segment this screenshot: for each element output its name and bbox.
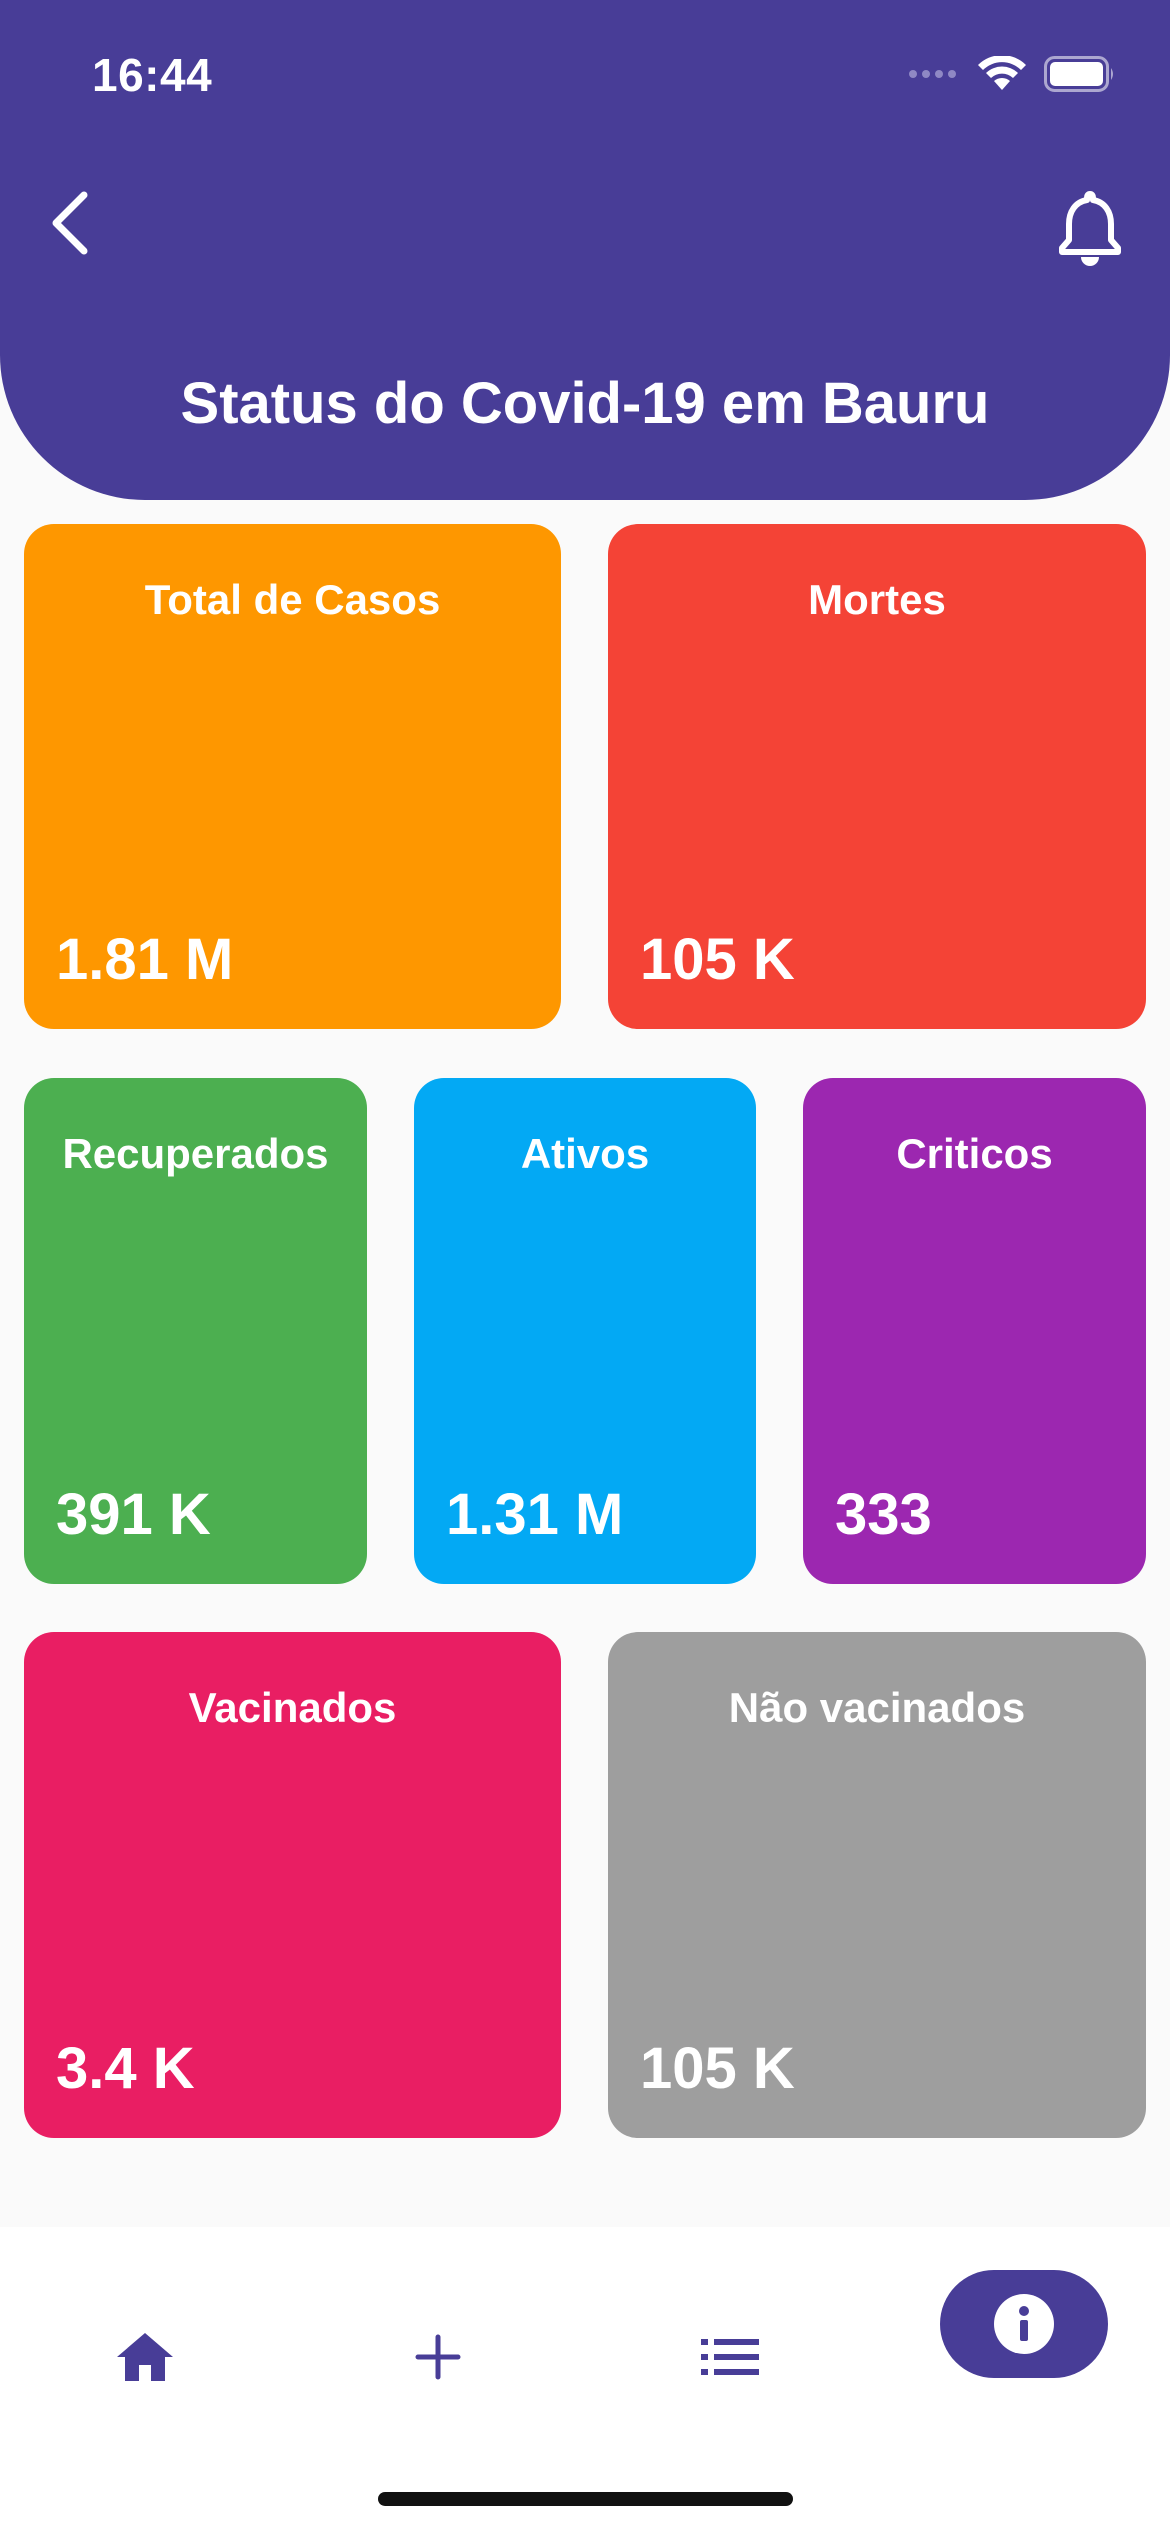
home-indicator	[378, 2492, 793, 2506]
card-criticos-value: 333	[835, 1482, 932, 1547]
nav-info-button[interactable]	[940, 2270, 1108, 2378]
card-recuperados-value: 391 K	[56, 1482, 211, 1547]
nav-list-button[interactable]	[680, 2307, 780, 2407]
list-icon	[701, 2339, 759, 2375]
card-ativos[interactable]: Ativos 1.31 M	[414, 1078, 756, 1584]
card-vacinados-label: Vacinados	[188, 1684, 397, 1731]
battery-icon	[1044, 56, 1113, 92]
card-criticos-label: Criticos	[896, 1130, 1053, 1177]
card-vacinados[interactable]: Vacinados 3.4 K	[24, 1632, 561, 2138]
card-nao-vacinados[interactable]: Não vacinados 105 K	[608, 1632, 1146, 2138]
card-recuperados[interactable]: Recuperados 391 K	[24, 1078, 367, 1584]
card-recuperados-label: Recuperados	[62, 1130, 329, 1177]
chevron-left-icon	[52, 191, 88, 255]
notifications-button[interactable]	[1040, 178, 1140, 278]
app-header: 16:44 Status do Covid-19 em Bauru	[0, 0, 1170, 500]
card-nao-vacinados-label: Não vacinados	[728, 1684, 1026, 1731]
add-icon	[415, 2334, 461, 2380]
nav-home-button[interactable]	[95, 2307, 195, 2407]
info-icon	[994, 2294, 1054, 2354]
card-vacinados-value: 3.4 K	[56, 2036, 195, 2101]
card-nao-vacinados-value: 105 K	[640, 2036, 795, 2101]
nav-add-button[interactable]	[388, 2307, 488, 2407]
wifi-icon	[978, 56, 1026, 90]
bell-icon	[1059, 191, 1121, 266]
back-button[interactable]	[30, 178, 110, 268]
card-total-casos[interactable]: Total de Casos 1.81 M	[24, 524, 561, 1029]
bottom-navigation	[0, 2227, 1170, 2532]
status-bar-time: 16:44	[92, 49, 213, 101]
page-title: Status do Covid-19 em Bauru	[180, 371, 990, 436]
card-mortes-value: 105 K	[640, 927, 795, 992]
card-criticos[interactable]: Criticos 333	[803, 1078, 1146, 1584]
card-ativos-label: Ativos	[520, 1130, 650, 1177]
card-mortes[interactable]: Mortes 105 K	[608, 524, 1146, 1029]
card-total-casos-value: 1.81 M	[56, 927, 234, 992]
card-total-casos-label: Total de Casos	[144, 576, 441, 623]
card-ativos-value: 1.31 M	[446, 1482, 624, 1547]
card-mortes-label: Mortes	[808, 576, 946, 623]
signal-icon	[909, 70, 956, 78]
status-bar-icons	[908, 52, 1116, 96]
home-icon	[117, 2333, 173, 2381]
